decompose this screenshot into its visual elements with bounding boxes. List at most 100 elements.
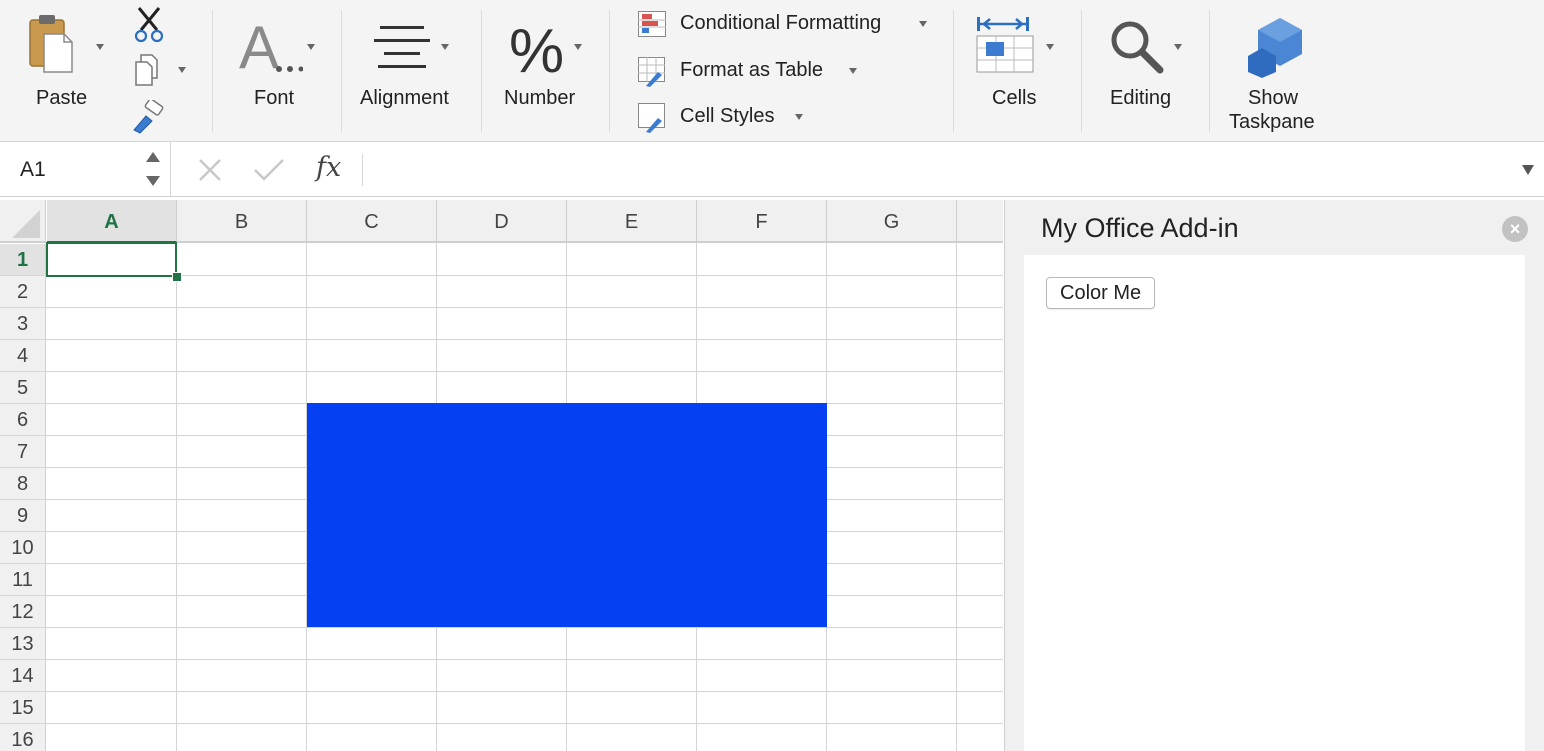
copy-dropdown-caret[interactable]	[178, 67, 186, 73]
ribbon: Paste A Font Alignment % Number Conditio…	[0, 0, 1544, 142]
cells-dropdown-caret	[1046, 44, 1054, 50]
close-icon[interactable]: ×	[1502, 216, 1528, 242]
format-as-table-icon	[638, 57, 665, 87]
row-header[interactable]: 14	[0, 660, 46, 692]
row-header[interactable]: 2	[0, 276, 46, 308]
paste-dropdown-caret[interactable]	[96, 44, 104, 50]
conditional-formatting-button[interactable]: Conditional Formatting	[636, 9, 936, 41]
cells-icon	[976, 17, 1034, 73]
svg-text:A: A	[239, 16, 279, 72]
name-box[interactable]: A1	[0, 142, 171, 196]
name-box-value: A1	[20, 158, 46, 181]
fill-handle[interactable]	[172, 272, 182, 282]
gridline	[46, 691, 1003, 692]
row-header[interactable]: 13	[0, 628, 46, 660]
row-header[interactable]: 12	[0, 596, 46, 628]
name-box-stepper-icon[interactable]	[144, 150, 162, 188]
conditional-formatting-caret	[919, 21, 927, 27]
row-header[interactable]: 16	[0, 724, 46, 751]
paste-label: Paste	[36, 87, 88, 109]
number-icon: %	[509, 17, 564, 76]
column-header[interactable]: B	[177, 200, 307, 243]
editing-icon	[1111, 21, 1164, 74]
row-header[interactable]: 6	[0, 404, 46, 436]
select-all-icon	[12, 210, 40, 238]
row-header[interactable]: 11	[0, 564, 46, 596]
gridline	[46, 339, 1003, 340]
cells-label: Cells	[992, 87, 1037, 109]
formula-bar: A1 fx	[0, 142, 1544, 197]
format-as-table-caret	[849, 68, 857, 74]
active-cell[interactable]	[46, 242, 177, 277]
paste-icon	[29, 15, 73, 73]
font-label: Font	[254, 87, 295, 109]
gridline	[46, 275, 1003, 276]
row-header[interactable]: 3	[0, 308, 46, 340]
font-dropdown-caret	[307, 44, 315, 50]
gridline	[46, 371, 1003, 372]
column-header[interactable]: F	[697, 200, 827, 243]
font-icon: A	[239, 16, 303, 72]
add-in-icon	[1248, 18, 1302, 78]
cut-icon[interactable]	[133, 6, 165, 44]
row-header[interactable]: 7	[0, 436, 46, 468]
gridline	[46, 307, 1003, 308]
column-header-partial[interactable]	[957, 200, 1003, 243]
paste-button[interactable]: Paste	[20, 10, 110, 120]
ribbon-separator	[609, 10, 610, 132]
alignment-button[interactable]: Alignment	[352, 10, 472, 120]
ribbon-separator	[212, 10, 213, 132]
row-header[interactable]: 4	[0, 340, 46, 372]
cell-styles-caret	[795, 114, 803, 120]
task-pane: My Office Add-in × Color Me	[1004, 200, 1544, 751]
color-me-button[interactable]: Color Me	[1046, 277, 1156, 309]
copy-icon[interactable]	[134, 54, 164, 86]
row-header[interactable]: 5	[0, 372, 46, 404]
cell-styles-label: Cell Styles	[680, 105, 775, 127]
editing-dropdown-caret	[1174, 44, 1182, 50]
cancel-icon[interactable]	[196, 156, 224, 184]
cells-button[interactable]: Cells	[968, 10, 1068, 120]
show-taskpane-button[interactable]: Show Taskpane	[1222, 10, 1332, 136]
row-header[interactable]: 15	[0, 692, 46, 724]
gridline	[176, 243, 177, 751]
column-header[interactable]: E	[567, 200, 697, 243]
show-taskpane-label-line1: Show	[1248, 87, 1299, 109]
number-button[interactable]: % Number	[495, 10, 600, 120]
enter-check-icon[interactable]	[252, 156, 286, 184]
ribbon-separator	[341, 10, 342, 132]
ribbon-separator	[1081, 10, 1082, 132]
cell-styles-button[interactable]: Cell Styles	[636, 101, 826, 133]
editing-label: Editing	[1110, 87, 1172, 109]
formula-bar-separator	[362, 154, 363, 186]
number-dropdown-caret	[574, 44, 582, 50]
gridline	[46, 627, 1003, 628]
alignment-dropdown-caret	[441, 44, 449, 50]
row-header[interactable]: 1	[0, 244, 46, 276]
alignment-label: Alignment	[360, 87, 449, 109]
gridline	[46, 723, 1003, 724]
cell-styles-icon	[638, 103, 665, 133]
expand-formula-bar-icon[interactable]	[1522, 165, 1534, 175]
svg-text:%: %	[509, 17, 564, 76]
row-header[interactable]: 8	[0, 468, 46, 500]
formula-input[interactable]	[372, 150, 1506, 190]
show-taskpane-label-line2: Taskpane	[1229, 111, 1315, 133]
format-as-table-button[interactable]: Format as Table	[636, 55, 866, 87]
worksheet-grid[interactable]: ABCDEFG 1 2 3 4 5 6 7 8 9 10 11 12 13 14 15 16	[0, 200, 1003, 751]
ribbon-separator	[1209, 10, 1210, 132]
insert-function-icon[interactable]: fx	[316, 152, 341, 183]
column-header[interactable]: C	[307, 200, 437, 243]
task-pane-body: Color Me	[1024, 255, 1525, 751]
select-all-corner[interactable]	[0, 200, 46, 243]
format-painter-icon[interactable]	[130, 100, 166, 134]
editing-button[interactable]: Editing	[1098, 10, 1198, 120]
column-header[interactable]: A	[47, 200, 177, 243]
column-header[interactable]: D	[437, 200, 567, 243]
task-pane-title: My Office Add-in	[1041, 213, 1239, 243]
row-header[interactable]: 9	[0, 500, 46, 532]
column-header[interactable]: G	[827, 200, 957, 243]
filled-range[interactable]	[307, 403, 827, 627]
row-header[interactable]: 10	[0, 532, 46, 564]
font-button[interactable]: A Font	[225, 10, 335, 120]
